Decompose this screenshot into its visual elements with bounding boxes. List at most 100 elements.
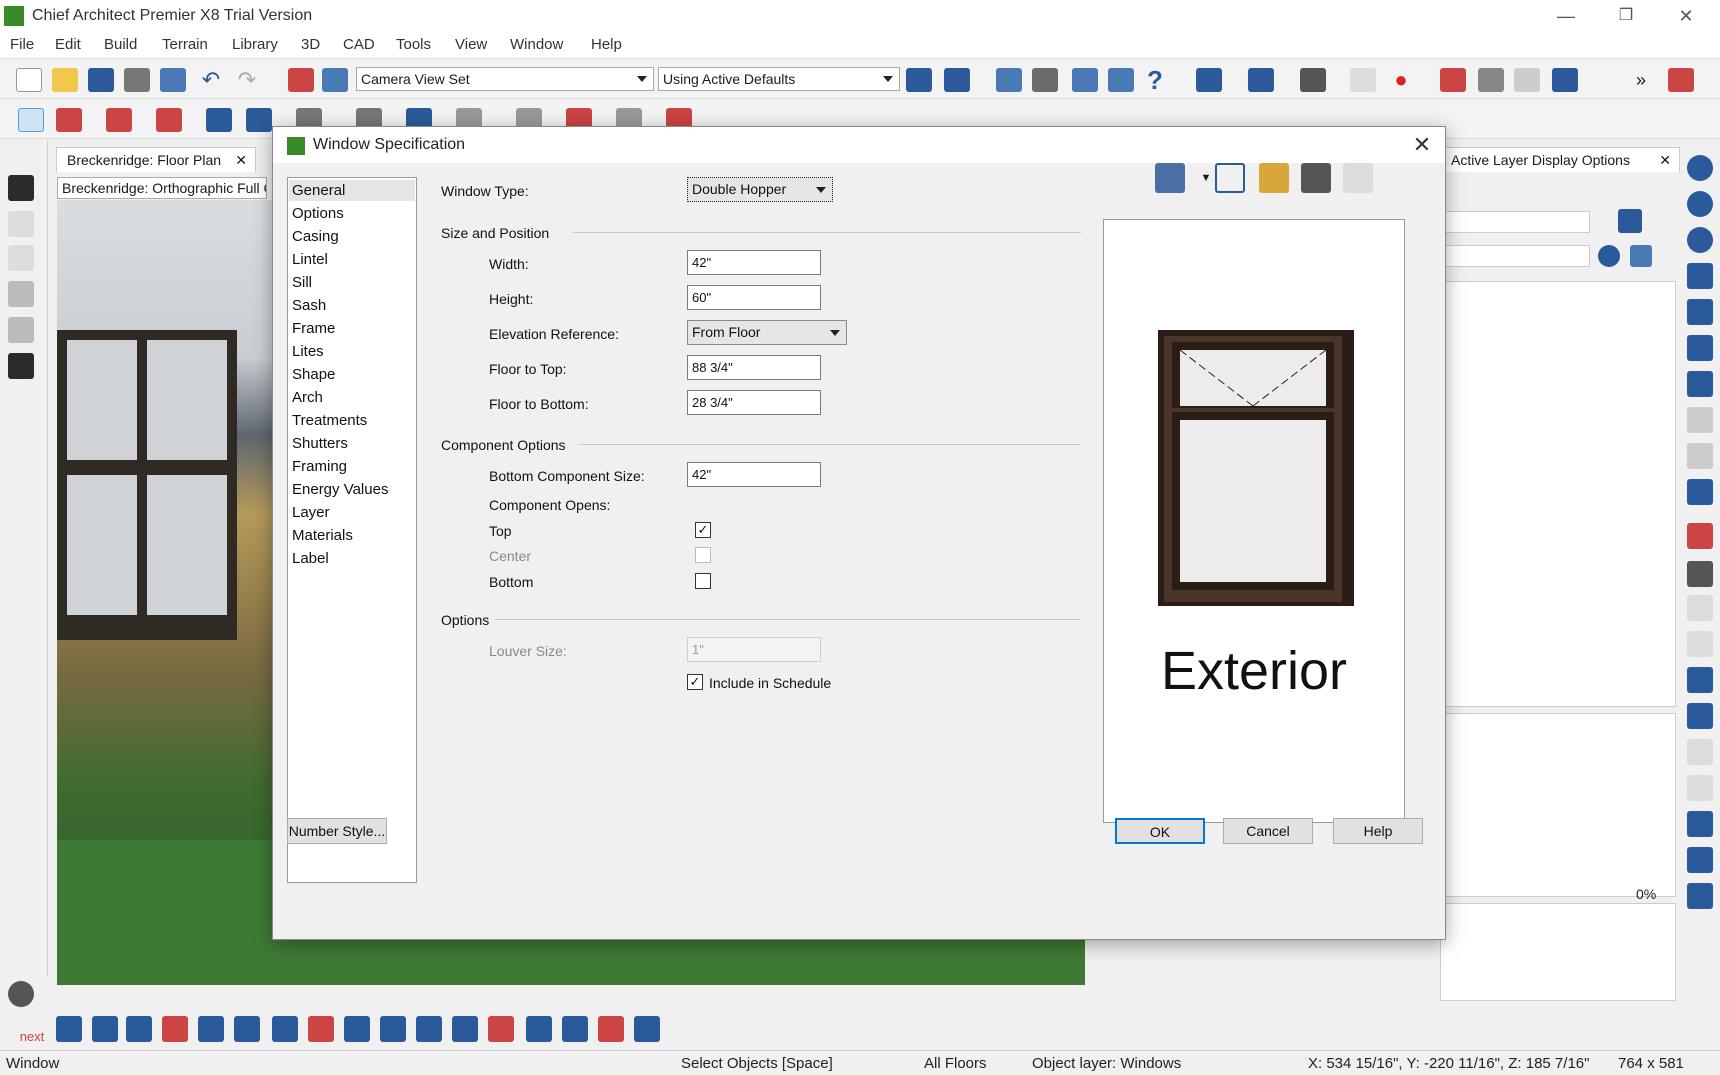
floor-to-top-input[interactable]: [687, 355, 821, 380]
elevation-reference-select[interactable]: From Floor: [687, 320, 847, 345]
open-folder-icon[interactable]: [52, 68, 78, 92]
window-type-select[interactable]: Double Hopper: [687, 177, 833, 202]
zoom-in-icon[interactable]: [1687, 191, 1713, 217]
menu-edit[interactable]: Edit: [55, 36, 81, 53]
menu-file[interactable]: File: [10, 36, 34, 53]
undo-zoom-icon[interactable]: [1687, 263, 1713, 289]
next-button[interactable]: next: [16, 1014, 48, 1046]
nav-item-options[interactable]: Options: [292, 205, 344, 222]
elevation-icon[interactable]: [1478, 68, 1504, 92]
preview-pane[interactable]: Exterior: [1103, 219, 1405, 823]
nav-item-shutters[interactable]: Shutters: [292, 435, 348, 452]
nav-item-energy-values[interactable]: Energy Values: [292, 481, 388, 498]
close-icon[interactable]: ✕: [235, 152, 247, 169]
nav-item-layer[interactable]: Layer: [292, 504, 330, 521]
bottom-component-size-input[interactable]: [687, 462, 821, 487]
minimize-button[interactable]: —: [1548, 4, 1584, 28]
display-options-icon[interactable]: [1668, 68, 1694, 92]
grid-icon[interactable]: [1687, 775, 1713, 801]
refresh-icon[interactable]: [1687, 479, 1713, 505]
angle-icon[interactable]: [1687, 667, 1713, 693]
delete-icon[interactable]: [162, 1016, 188, 1042]
preview-section-icon[interactable]: [1301, 163, 1331, 193]
back-icon[interactable]: [1687, 443, 1713, 469]
nav-item-casing[interactable]: Casing: [292, 228, 339, 245]
snap-icon[interactable]: [1687, 703, 1713, 729]
transform-icon[interactable]: [380, 1016, 406, 1042]
menu-tools[interactable]: Tools: [396, 36, 431, 53]
move-icon[interactable]: [92, 1016, 118, 1042]
menu-3d[interactable]: 3D: [301, 36, 320, 53]
schedule-icon[interactable]: [526, 1016, 552, 1042]
select-arrow-icon[interactable]: [18, 108, 44, 132]
include-in-schedule-checkbox[interactable]: ✓: [687, 674, 703, 690]
width-input[interactable]: [687, 250, 821, 275]
layer-properties[interactable]: [1440, 713, 1676, 897]
print-icon[interactable]: [124, 68, 150, 92]
menu-build[interactable]: Build: [104, 36, 137, 53]
align-icon[interactable]: [234, 1016, 260, 1042]
opening-icon[interactable]: [598, 1016, 624, 1042]
schedule2-icon[interactable]: [562, 1016, 588, 1042]
pan-tool-icon[interactable]: [8, 211, 34, 237]
elevation-tool-icon[interactable]: [1687, 561, 1713, 587]
pan-icon[interactable]: [1687, 371, 1713, 397]
menu-help[interactable]: Help: [591, 36, 622, 53]
bottom-checkbox[interactable]: [695, 573, 711, 589]
fill-window-icon[interactable]: [1215, 163, 1245, 193]
replace-icon[interactable]: [416, 1016, 442, 1042]
menu-terrain[interactable]: Terrain: [162, 36, 208, 53]
cabinet-icon[interactable]: [106, 108, 132, 132]
dimension-icon[interactable]: [206, 108, 232, 132]
point-icon[interactable]: [308, 1016, 334, 1042]
louver-size-input[interactable]: [687, 637, 821, 662]
save-icon[interactable]: [88, 68, 114, 92]
floor-to-bottom-input[interactable]: [687, 390, 821, 415]
nav-item-general[interactable]: General: [292, 182, 345, 199]
ok-button[interactable]: OK: [1115, 818, 1205, 844]
resize-tool-icon[interactable]: [8, 317, 34, 343]
dialog-close-button[interactable]: ✕: [1407, 131, 1437, 159]
nav-item-shape[interactable]: Shape: [292, 366, 335, 383]
layout-icon[interactable]: [1032, 68, 1058, 92]
anchor-icon[interactable]: [488, 1016, 514, 1042]
copy-icon[interactable]: [1687, 631, 1713, 657]
door-edit-icon[interactable]: [56, 1016, 82, 1042]
nav-item-sill[interactable]: Sill: [292, 274, 312, 291]
nav-item-lintel[interactable]: Lintel: [292, 251, 328, 268]
find-icon[interactable]: [1630, 245, 1652, 267]
menu-window[interactable]: Window: [510, 36, 563, 53]
defaults-dropdown[interactable]: Using Active Defaults: [658, 67, 900, 91]
tab-layer-display[interactable]: Active Layer Display Options ✕: [1440, 147, 1680, 172]
wrench-icon[interactable]: [906, 68, 932, 92]
nav-item-label[interactable]: Label: [292, 550, 329, 567]
house-view2-icon[interactable]: [1248, 68, 1274, 92]
preview-view-icon[interactable]: [1155, 163, 1185, 193]
house-view-icon[interactable]: [1196, 68, 1222, 92]
wall-icon[interactable]: [56, 108, 82, 132]
copy-paste-icon[interactable]: [126, 1016, 152, 1042]
arc-icon[interactable]: [1687, 739, 1713, 765]
nav-item-sash[interactable]: Sash: [292, 297, 326, 314]
redo-icon[interactable]: ↷: [234, 68, 260, 92]
gear-icon[interactable]: [8, 981, 34, 1007]
transform-tool-icon[interactable]: [8, 353, 34, 379]
plot-icon[interactable]: [160, 68, 186, 92]
move-tool-icon[interactable]: [8, 245, 34, 271]
layer-set-icon[interactable]: [288, 68, 314, 92]
rotate-tool-icon[interactable]: [8, 281, 34, 307]
schedule-icon[interactable]: [1072, 68, 1098, 92]
tab-floor-plan[interactable]: Breckenridge: Floor Plan ✕: [56, 147, 256, 172]
new-file-icon[interactable]: [16, 68, 42, 92]
list-icon[interactable]: [272, 1016, 298, 1042]
nav-item-framing[interactable]: Framing: [292, 458, 347, 475]
camera-view-set-dropdown[interactable]: Camera View Set: [356, 67, 654, 91]
nav-item-frame[interactable]: Frame: [292, 320, 335, 337]
bumper-icon[interactable]: [1687, 883, 1713, 909]
home-outline-icon[interactable]: [1350, 68, 1376, 92]
height-input[interactable]: [687, 285, 821, 310]
layer-search-input[interactable]: [1440, 245, 1590, 267]
reflect-icon[interactable]: [452, 1016, 478, 1042]
object-snap-icon[interactable]: [1687, 847, 1713, 873]
nav-item-materials[interactable]: Materials: [292, 527, 353, 544]
